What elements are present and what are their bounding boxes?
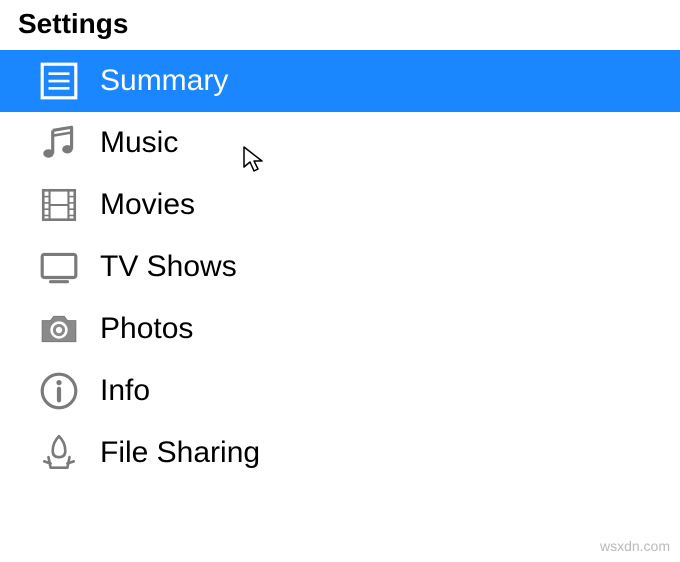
info-icon [36,368,82,414]
sidebar-item-label: Info [100,374,150,408]
sidebar-item-info[interactable]: Info [0,360,680,422]
filesharing-icon [36,430,82,476]
sidebar-item-filesharing[interactable]: File Sharing [0,422,680,484]
sidebar-item-summary[interactable]: Summary [0,50,680,112]
watermark: wsxdn.com [600,538,670,554]
music-icon [36,120,82,166]
sidebar-item-music[interactable]: Music [0,112,680,174]
sidebar-item-photos[interactable]: Photos [0,298,680,360]
sidebar-item-tvshows[interactable]: TV Shows [0,236,680,298]
movies-icon [36,182,82,228]
sidebar-item-label: TV Shows [100,250,237,284]
sidebar-item-label: Photos [100,312,193,346]
photos-icon [36,306,82,352]
tvshows-icon [36,244,82,290]
sidebar-item-label: File Sharing [100,436,260,470]
sidebar-item-label: Music [100,126,178,160]
summary-icon [36,58,82,104]
sidebar-list: Summary Music [0,50,680,484]
settings-panel: Settings Summary [0,0,680,484]
sidebar-item-label: Movies [100,188,195,222]
section-header: Settings [0,8,680,50]
sidebar-item-label: Summary [100,64,228,98]
sidebar-item-movies[interactable]: Movies [0,174,680,236]
